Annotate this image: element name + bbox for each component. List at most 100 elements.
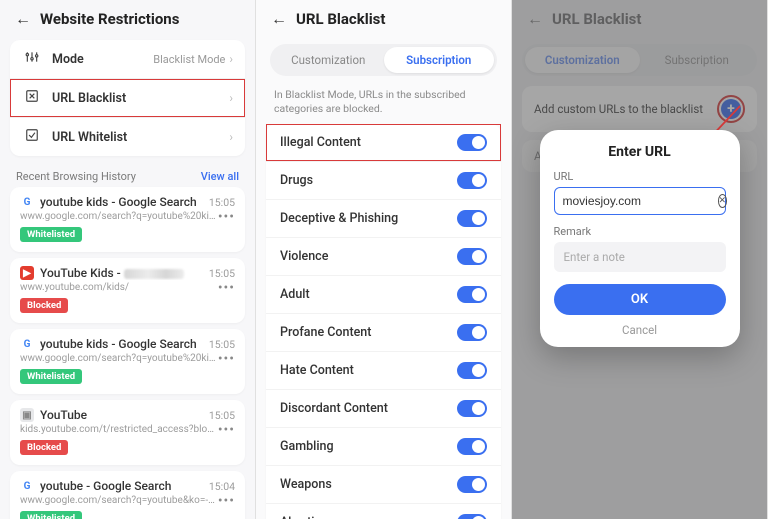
more-icon[interactable]: •••: [218, 213, 235, 221]
history-title: YouTube: [40, 408, 203, 422]
remark-input[interactable]: Enter a note: [554, 242, 726, 272]
status-badge: Whitelisted: [20, 227, 82, 242]
toggle-switch[interactable]: [457, 400, 487, 417]
back-icon[interactable]: ←: [14, 10, 32, 28]
category-row: Violence: [266, 237, 501, 275]
row-label: URL Whitelist: [52, 130, 229, 145]
history-item[interactable]: ▣ YouTube 15:05 kids.youtube.com/t/restr…: [10, 400, 245, 465]
tab-subscription[interactable]: Subscription: [384, 47, 495, 73]
history-url: www.google.com/search?q=youtube%20kids…: [20, 353, 218, 364]
more-icon[interactable]: •••: [218, 426, 235, 434]
cancel-button[interactable]: Cancel: [554, 323, 726, 337]
toggle-switch[interactable]: [457, 248, 487, 265]
tab-bar: Customization Subscription: [270, 44, 497, 76]
category-row: Illegal Content: [266, 124, 501, 161]
modal-heading: Enter URL: [554, 144, 726, 160]
history-title: youtube kids - Google Search: [40, 337, 203, 351]
toggle-switch[interactable]: [457, 514, 487, 519]
blacklist-note: In Blacklist Mode, URLs in the subscribe…: [256, 86, 511, 124]
history-item[interactable]: G youtube kids - Google Search 15:05 www…: [10, 187, 245, 252]
category-label: Violence: [280, 249, 328, 264]
more-icon[interactable]: •••: [218, 355, 235, 363]
panel-url-blacklist-customization: ← URL Blacklist Customization Subscripti…: [512, 0, 768, 519]
category-row: Gambling: [266, 427, 501, 465]
toggle-switch[interactable]: [457, 286, 487, 303]
history-time: 15:05: [209, 409, 235, 422]
favicon: G: [20, 479, 34, 493]
page-title: URL Blacklist: [296, 10, 385, 28]
category-label: Hate Content: [280, 363, 354, 378]
row-url-whitelist[interactable]: URL Whitelist ›: [10, 117, 245, 156]
tab-customization[interactable]: Customization: [273, 47, 384, 73]
history-time: 15:05: [209, 267, 235, 280]
category-row: Hate Content: [266, 351, 501, 389]
status-badge: Blocked: [20, 298, 68, 313]
category-row: Drugs: [266, 161, 501, 199]
toggle-switch[interactable]: [457, 476, 487, 493]
url-input[interactable]: [563, 194, 718, 208]
row-value: Blacklist Mode: [153, 53, 225, 66]
category-label: Weapons: [280, 477, 332, 492]
favicon: ▶: [20, 266, 34, 280]
panel-url-blacklist-subscription: ← URL Blacklist Customization Subscripti…: [256, 0, 512, 519]
more-icon[interactable]: •••: [218, 497, 235, 505]
back-icon[interactable]: ←: [270, 10, 288, 28]
url-input-wrapper: ✕: [554, 187, 726, 215]
status-badge: Whitelisted: [20, 369, 82, 384]
category-label: Deceptive & Phishing: [280, 211, 398, 226]
history-url: www.youtube.com/kids/: [20, 282, 218, 293]
history-url: kids.youtube.com/t/restricted_access?blo…: [20, 424, 218, 435]
header: ← URL Blacklist: [256, 0, 511, 40]
status-badge: Blocked: [20, 440, 68, 455]
whitelist-icon: [22, 128, 42, 146]
url-field-label: URL: [554, 170, 726, 183]
category-label: Drugs: [280, 173, 313, 188]
toggle-switch[interactable]: [457, 324, 487, 341]
favicon: G: [20, 337, 34, 351]
blacklist-icon: [22, 89, 42, 107]
toggle-switch[interactable]: [457, 172, 487, 189]
recent-section-header: Recent Browsing History View all: [0, 164, 255, 187]
remark-field-label: Remark: [554, 225, 726, 238]
toggle-switch[interactable]: [457, 210, 487, 227]
history-item[interactable]: G youtube - Google Search 15:04 www.goog…: [10, 471, 245, 519]
page-title: Website Restrictions: [40, 10, 179, 28]
category-row: Profane Content: [266, 313, 501, 351]
history-title: youtube - Google Search: [40, 479, 203, 493]
category-label: Discordant Content: [280, 401, 388, 416]
category-label: Gambling: [280, 439, 334, 454]
category-label: Illegal Content: [280, 135, 361, 150]
row-mode[interactable]: Mode Blacklist Mode ›: [10, 40, 245, 78]
history-list: G youtube kids - Google Search 15:05 www…: [0, 187, 255, 519]
favicon: ▣: [20, 408, 34, 422]
chevron-right-icon: ›: [229, 52, 233, 66]
toggle-switch[interactable]: [457, 362, 487, 379]
category-row: Adult: [266, 275, 501, 313]
category-list: Illegal Content Drugs Deceptive & Phishi…: [266, 124, 501, 519]
history-time: 15:05: [209, 196, 235, 209]
settings-card: Mode Blacklist Mode › URL Blacklist › UR…: [10, 40, 245, 156]
history-time: 15:05: [209, 338, 235, 351]
more-icon[interactable]: •••: [218, 284, 235, 292]
view-all-link[interactable]: View all: [201, 170, 239, 183]
enter-url-modal: Enter URL URL ✕ Remark Enter a note OK C…: [540, 130, 740, 347]
category-label: Abortion: [280, 515, 329, 519]
favicon: G: [20, 195, 34, 209]
header: ← Website Restrictions: [0, 0, 255, 40]
ok-button[interactable]: OK: [554, 284, 726, 315]
chevron-right-icon: ›: [229, 130, 233, 144]
history-time: 15:04: [209, 480, 235, 493]
category-row: Deceptive & Phishing: [266, 199, 501, 237]
category-row: Abortion: [266, 503, 501, 519]
row-label: Mode: [52, 52, 153, 67]
clear-icon[interactable]: ✕: [718, 194, 728, 208]
row-url-blacklist[interactable]: URL Blacklist ›: [10, 78, 245, 117]
toggle-switch[interactable]: [457, 134, 487, 151]
panel-website-restrictions: ← Website Restrictions Mode Blacklist Mo…: [0, 0, 256, 519]
sliders-icon: [22, 50, 42, 68]
chevron-right-icon: ›: [229, 91, 233, 105]
toggle-switch[interactable]: [457, 438, 487, 455]
history-url: www.google.com/search?q=youtube%20kids…: [20, 211, 218, 222]
history-item[interactable]: ▶ YouTube Kids - 15:05 www.youtube.com/k…: [10, 258, 245, 323]
history-item[interactable]: G youtube kids - Google Search 15:05 www…: [10, 329, 245, 394]
